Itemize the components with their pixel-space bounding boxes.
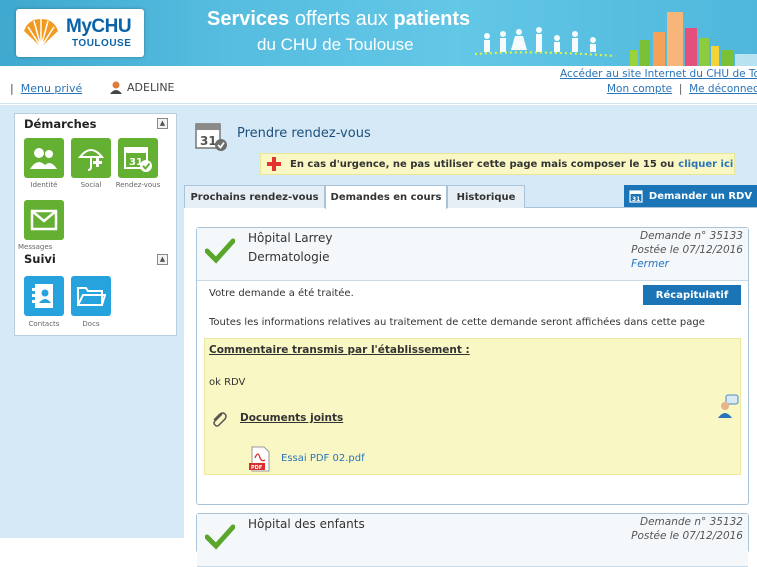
request-number: Demande n° 35132	[640, 516, 743, 528]
sidebar-item-label: Social	[80, 181, 102, 189]
request-info-text: Toutes les informations relatives au tra…	[209, 317, 705, 328]
sidebar-item-identite[interactable]	[24, 138, 64, 178]
contacts-icon	[32, 284, 53, 308]
sidebar-item-label: Messages	[18, 243, 53, 251]
sidebar-item-docs[interactable]	[71, 276, 111, 316]
request-appointment-button[interactable]: 31 Demander un RDV	[624, 185, 757, 207]
private-menu-link[interactable]: Menu privé	[21, 82, 83, 95]
sidebar-item-contacts[interactable]	[24, 276, 64, 316]
red-cross-icon	[267, 157, 281, 171]
emergency-notice: En cas d'urgence, ne pas utiliser cette …	[260, 153, 735, 175]
request-info: Demande n° 35133 Postée le 07/12/2016 Fe…	[631, 229, 743, 271]
folder-icon	[77, 287, 106, 306]
banner-subtitle: du CHU de Toulouse	[257, 35, 414, 54]
checkmark-icon	[205, 238, 235, 264]
logout-link[interactable]: Me déconnecte	[689, 83, 757, 95]
summary-button[interactable]: Récapitulatif	[643, 285, 741, 305]
calendar-page-icon: 31	[195, 123, 227, 151]
sidebar-item-label: Docs	[82, 320, 100, 328]
banner-title-part3: patients	[393, 8, 471, 30]
account-separator: |	[675, 83, 686, 95]
tab-demandes-en-cours[interactable]: Demandes en cours	[325, 185, 447, 209]
top-navigation: | Menu privé ADELINE Accéder au site Int…	[0, 66, 757, 104]
banner-title: Services offerts aux patients	[207, 8, 470, 31]
hospital-name: Hôpital Larrey	[248, 231, 333, 245]
request-number: Demande n° 35133	[640, 230, 743, 242]
logo-brand-text: MyCHU	[66, 16, 132, 37]
request-info: Demande n° 35132 Postée le 07/12/2016	[631, 515, 743, 543]
close-request-link[interactable]: Fermer	[631, 258, 669, 270]
account-links: Mon compte | Me déconnecte	[607, 83, 757, 95]
sidebar-item-messages[interactable]	[24, 200, 64, 240]
calendar-icon-day: 31	[632, 196, 640, 203]
checkmark-icon	[205, 524, 235, 550]
specialty-name: Dermatologie	[248, 250, 330, 264]
request-card: Hôpital des enfants Demande n° 35132 Pos…	[196, 513, 749, 567]
sidebar-item-label: Contacts	[28, 320, 60, 328]
document-link[interactable]: Essai PDF 02.pdf	[281, 453, 365, 464]
sidebar-section-demarches-title: Démarches	[24, 117, 97, 131]
identity-icon	[30, 148, 57, 169]
sidebar: Démarches ▲ Identité Social 31 Rendez-vo…	[14, 113, 177, 336]
tab-historique[interactable]: Historique	[447, 185, 525, 208]
logo-sub-text: TOULOUSE	[72, 38, 132, 49]
emergency-click-link[interactable]: cliquer ici	[678, 159, 733, 170]
user-avatar-icon	[110, 81, 122, 94]
emergency-notice-text: En cas d'urgence, ne pas utiliser cette …	[290, 158, 675, 170]
chu-website-link[interactable]: Accéder au site Internet du CHU de Toul	[560, 68, 757, 80]
request-status-text: Votre demande a été traitée.	[209, 288, 354, 299]
calendar-page-day: 31	[200, 134, 217, 148]
request-date: Postée le 07/12/2016	[631, 244, 743, 256]
page-title: Prendre rendez-vous	[237, 126, 371, 141]
hospital-name: Hôpital des enfants	[248, 517, 365, 531]
envelope-icon	[30, 209, 58, 231]
request-card-header: Hôpital Larrey Dermatologie Demande n° 3…	[197, 228, 748, 281]
collapse-suivi-toggle[interactable]: ▲	[157, 254, 168, 265]
banner-title-part2: offerts aux	[294, 8, 394, 30]
mychu-logo[interactable]: MyCHU TOULOUSE	[16, 9, 144, 57]
chat-person-icon[interactable]	[717, 394, 739, 418]
sidebar-item-label: Rendez-vous	[115, 181, 161, 189]
pdf-file-icon[interactable]: PDF	[249, 446, 271, 472]
banner-title-part1: Services	[207, 8, 295, 30]
comment-title: Commentaire transmis par l'établissement…	[209, 344, 470, 356]
tab-prochains-rendez-vous[interactable]: Prochains rendez-vous	[184, 185, 325, 208]
attached-documents-title: Documents joints	[240, 412, 344, 424]
menu-separator: |	[10, 82, 14, 95]
collapse-demarches-toggle[interactable]: ▲	[157, 118, 168, 129]
sidebar-item-label: Identité	[30, 181, 58, 189]
calendar-check-icon: 31	[124, 147, 152, 172]
shell-logo-icon	[24, 19, 58, 48]
sidebar-item-rendez-vous[interactable]: 31	[118, 138, 158, 178]
umbrella-icon	[77, 149, 105, 171]
pdf-badge-text: PDF	[251, 465, 262, 471]
request-card-header: Hôpital des enfants Demande n° 35132 Pos…	[197, 514, 748, 567]
my-account-link[interactable]: Mon compte	[607, 83, 672, 95]
sidebar-item-social[interactable]	[71, 138, 111, 178]
sidebar-section-suivi-title: Suivi	[24, 252, 56, 266]
private-menu: | Menu privé	[10, 82, 82, 95]
current-user: ADELINE	[110, 81, 175, 94]
calendar-icon: 31	[629, 189, 643, 203]
paperclip-icon	[213, 412, 227, 427]
request-date: Postée le 07/12/2016	[631, 530, 743, 542]
request-appointment-label: Demander un RDV	[648, 190, 753, 202]
comment-body: ok RDV	[209, 377, 246, 388]
banner-illustration	[475, 12, 757, 66]
site-header: MyCHU TOULOUSE Services offerts aux pati…	[0, 0, 757, 66]
establishment-comment-box: Commentaire transmis par l'établissement…	[204, 338, 741, 475]
user-name: ADELINE	[127, 81, 175, 94]
